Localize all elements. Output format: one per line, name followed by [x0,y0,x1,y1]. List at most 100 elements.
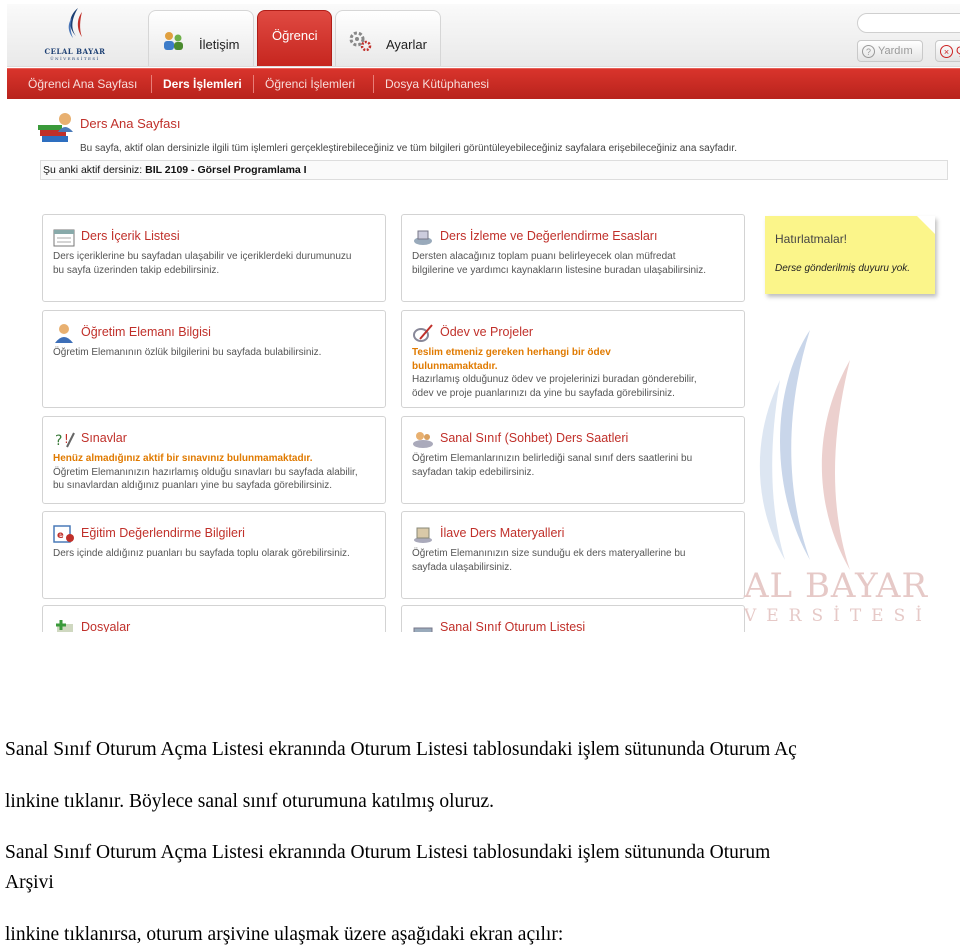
active-course-label: Şu anki aktif dersiniz: [43,164,143,176]
svg-text:?: ? [55,433,62,449]
card-files[interactable]: Dosyalar [42,605,386,632]
assignment-icon [413,324,433,342]
tab-student-label: Öğrenci [272,28,318,43]
card-line: sayfada ulaşabilirsiniz. [412,561,513,573]
card-warning: Teslim etmeniz gereken herhangi bir ödev [412,347,611,358]
card-course-content[interactable]: Ders İçerik Listesi Ders içeriklerine bu… [42,214,386,302]
watermark-text-2: VERSİTESİ [744,606,932,626]
help-icon: ? [862,44,875,58]
search-input[interactable] [857,13,960,33]
card-title: Ders İçerik Listesi [81,229,180,243]
files-icon [56,620,73,632]
card-warning: bulunmamaktadır. [412,360,498,372]
main-nav: Öğrenci Ana Sayfası Ders İşlemleri Öğren… [7,68,960,99]
course-home-icon [38,113,73,142]
tab-contact[interactable]: İletişim [148,10,254,66]
card-title: Sanal Sınıf (Sohbet) Ders Saatleri [440,431,629,445]
instructor-icon [55,324,73,343]
card-grades[interactable]: e Eğitim Değerlendirme Bilgileri Ders iç… [42,511,386,599]
reminder-text: Derse gönderilmiş duyuru yok. [775,263,911,274]
reminder-title: Hatırlatmalar! [775,232,848,246]
card-line: bilgilerine ve yardımcı kaynakların list… [412,264,707,276]
exit-label: Ç [956,45,960,57]
card-line: sayfadan takip edebilirsiniz. [412,466,535,478]
doc-paragraph-2-line-3: linkine tıklanırsa, oturum arşivine ulaş… [5,924,564,945]
card-assignments[interactable]: Ödev ve Projeler Teslim etmeniz gereken … [401,310,745,408]
card-title: Sınavlar [81,431,127,445]
card-line: Ders içeriklerine bu sayfadan ulaşabilir… [53,251,352,262]
card-title: Ders İzleme ve Değerlendirme Esasları [440,229,658,243]
grades-icon: e [53,525,74,543]
card-exams[interactable]: ?! Sınavlar Henüz almadığınız aktif bir … [42,416,386,504]
logo-name-line2: ÜNİVERSİTESİ [50,56,100,61]
card-line: Hazırlamış olduğunuz ödev ve projelerini… [412,374,697,385]
page-description: Bu sayfa, aktif olan dersinizle ilgili t… [80,143,737,154]
card-evaluation-criteria[interactable]: Ders İzleme ve Değerlendirme Esasları De… [401,214,745,302]
card-line: Ders içinde aldığınız puanları bu sayfad… [53,548,350,559]
logo-flame-icon [68,8,82,38]
nav-student-home[interactable]: Öğrenci Ana Sayfası [28,77,137,91]
active-course-value: BIL 2109 - Görsel Programlama I [145,164,307,176]
card-warning: Henüz almadığınız aktif bir sınavınız bu… [53,453,313,464]
card-line: bu sayfa üzerinden takip edebilirsiniz. [53,264,220,276]
virtual-class-icon [413,432,433,448]
lms-screenshot: CELAL BAYAR ÜNİVERSİTESİ İletişim Öğrenc… [0,0,960,632]
card-line: Öğretim Elemanınızın size sunduğu ek der… [412,548,686,559]
help-button[interactable]: ? Yardım [857,40,923,62]
evaluation-icon [414,230,432,245]
active-course-bar: Şu anki aktif dersiniz: BIL 2109 - Görse… [40,160,948,180]
card-line: ödev ve proje puanlarınızı da yine bu sa… [412,387,675,399]
tab-settings-label: Ayarlar [386,37,427,52]
card-line: bu sınavlardan aldığınız puanları yine b… [53,480,333,491]
calendar-list-icon [53,229,75,247]
nav-file-library[interactable]: Dosya Kütüphanesi [385,77,489,91]
card-title: Ödev ve Projeler [440,325,534,339]
card-instructor-info[interactable]: Öğretim Elemanı Bilgisi Öğretim Elemanın… [42,310,386,408]
card-description: Öğretim Elemanının özlük bilgilerini bu … [53,346,377,360]
university-logo[interactable]: CELAL BAYAR ÜNİVERSİTESİ [40,6,110,68]
close-icon: × [940,44,953,58]
contact-icon [164,32,183,50]
nav-separator [373,75,374,93]
doc-paragraph-1-line-2: linkine tıklanır. Böylece sanal sınıf ot… [5,791,495,812]
reminder-note: Hatırlatmalar! Derse gönderilmiş duyuru … [765,216,935,294]
svg-text:e: e [57,530,64,541]
help-label: Yardım [878,45,913,57]
card-description: Dersten alacağınız toplam puanı belirley… [412,250,736,277]
nav-course-operations[interactable]: Ders İşlemleri [163,77,242,91]
card-title: İlave Ders Materyalleri [440,526,565,540]
card-description: Öğretim Elemanınızın size sunduğu ek der… [412,547,736,574]
tab-student[interactable]: Öğrenci [257,10,332,66]
doc-paragraph-1-line-1: Sanal Sınıf Oturum Açma Listesi ekranınd… [5,739,797,760]
nav-separator [151,75,152,93]
exam-icon: ?! [55,432,75,449]
card-description: Teslim etmeniz gereken herhangi bir ödev… [412,346,736,400]
card-line: Dersten alacağınız toplam puanı belirley… [412,251,676,262]
doc-paragraph-2-line-2: Arşivi [5,872,54,893]
card-description: Henüz almadığınız aktif bir sınavınız bu… [53,452,377,493]
nav-student-operations[interactable]: Öğrenci İşlemleri [265,77,355,91]
card-extra-materials[interactable]: İlave Ders Materyalleri Öğretim Elemanın… [401,511,745,599]
card-title: Öğretim Elemanı Bilgisi [81,325,211,339]
card-line: Öğretim Elemanının özlük bilgilerini bu … [53,347,322,358]
card-session-list[interactable]: Sanal Sınıf Oturum Listesi [401,605,745,632]
card-description: Ders içinde aldığınız puanları bu sayfad… [53,547,377,561]
card-description: Öğretim Elemanlarınızın belirlediği sana… [412,452,736,479]
watermark-text-1: AL BAYAR [744,566,929,606]
page-title: Ders Ana Sayfası [80,116,181,131]
card-virtual-class-hours[interactable]: Sanal Sınıf (Sohbet) Ders Saatleri Öğret… [401,416,745,504]
card-line: Öğretim Elemanlarınızın belirlediği sana… [412,453,693,464]
tab-settings[interactable]: Ayarlar [335,10,441,66]
card-title: Eğitim Değerlendirme Bilgileri [81,526,245,540]
session-list-icon [413,627,433,632]
logo-name-line1: CELAL BAYAR [44,47,106,56]
card-title: Sanal Sınıf Oturum Listesi [440,620,586,632]
exit-button[interactable]: × Ç [935,40,960,62]
card-title: Dosyalar [81,620,131,632]
materials-icon [414,527,432,543]
card-description: Ders içeriklerine bu sayfadan ulaşabilir… [53,250,377,277]
card-line: Öğretim Elemanınızın hazırlamış olduğu s… [53,466,358,478]
nav-separator [253,75,254,93]
doc-paragraph-2-line-1: Sanal Sınıf Oturum Açma Listesi ekranınd… [5,842,771,863]
tab-contact-label: İletişim [199,37,240,52]
